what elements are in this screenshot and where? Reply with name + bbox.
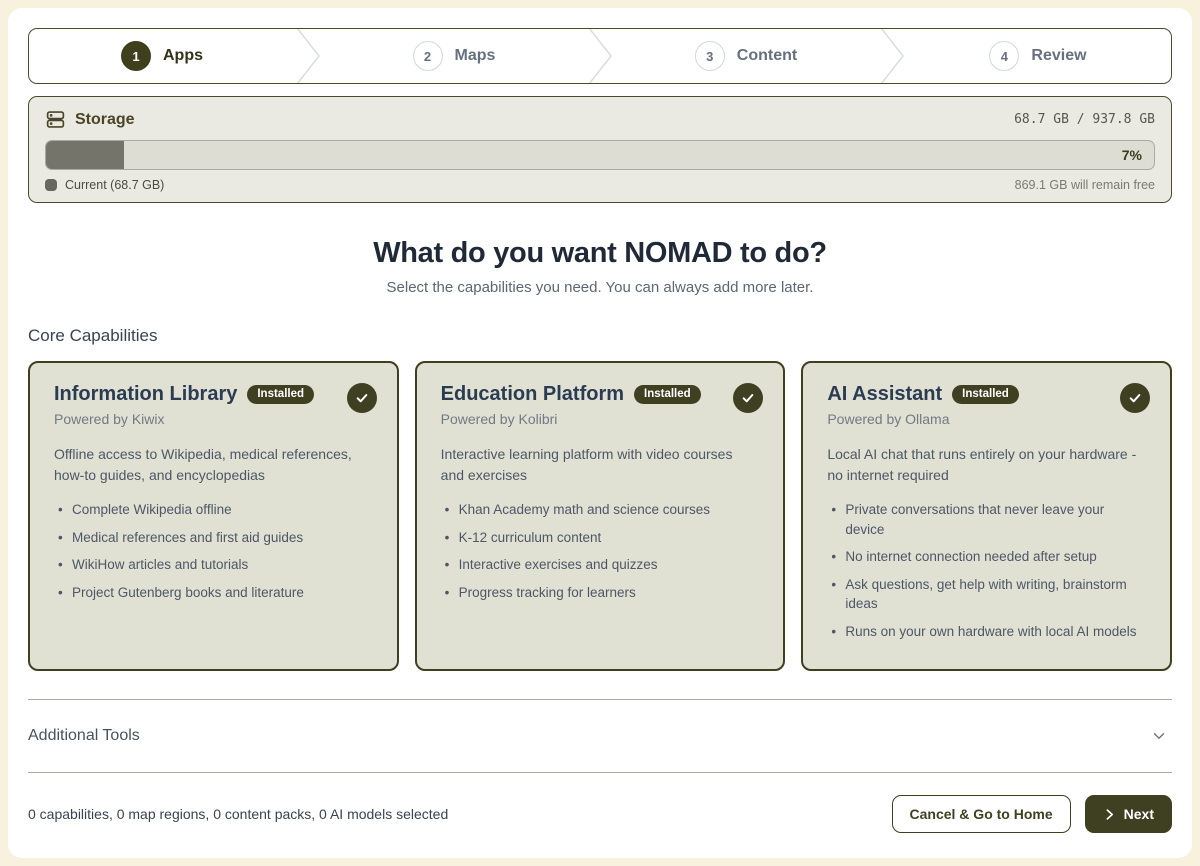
feature-item: K-12 curriculum content xyxy=(441,528,760,548)
feature-item: Private conversations that never leave y… xyxy=(827,500,1146,539)
step-label: Review xyxy=(1031,47,1086,65)
step-number-badge: 4 xyxy=(989,41,1019,71)
card-powered-by: Powered by Ollama xyxy=(827,411,1146,427)
chevron-right-icon xyxy=(1103,808,1116,821)
feature-item: Runs on your own hardware with local AI … xyxy=(827,622,1146,642)
card-powered-by: Powered by Kiwix xyxy=(54,411,373,427)
storage-progress-bar: 7% xyxy=(45,140,1155,170)
card-title: AI Assistant xyxy=(827,383,942,406)
selected-check-icon xyxy=(733,383,763,413)
page-title: What do you want NOMAD to do? xyxy=(28,237,1172,270)
legend-current-label: Current (68.7 GB) xyxy=(65,178,164,192)
card-powered-by: Powered by Kolibri xyxy=(441,411,760,427)
card-description: Offline access to Wikipedia, medical ref… xyxy=(54,444,373,486)
selected-check-icon xyxy=(347,383,377,413)
feature-item: No internet connection needed after setu… xyxy=(827,547,1146,567)
feature-item: WikiHow articles and tutorials xyxy=(54,555,373,575)
step-separator-icon xyxy=(295,29,321,83)
installed-badge: Installed xyxy=(634,385,701,404)
step-label: Apps xyxy=(163,47,203,65)
storage-remaining-label: 869.1 GB will remain free xyxy=(1015,178,1155,192)
feature-item: Complete Wikipedia offline xyxy=(54,500,373,520)
feature-item: Project Gutenberg books and literature xyxy=(54,583,373,603)
feature-item: Medical references and first aid guides xyxy=(54,528,373,548)
next-button[interactable]: Next xyxy=(1085,795,1172,833)
feature-item: Interactive exercises and quizzes xyxy=(441,555,760,575)
storage-usage-text: 68.7 GB / 937.8 GB xyxy=(1014,112,1155,127)
feature-item: Progress tracking for learners xyxy=(441,583,760,603)
step-label: Maps xyxy=(455,47,496,65)
next-button-label: Next xyxy=(1124,806,1154,822)
additional-tools-label: Additional Tools xyxy=(28,727,140,745)
wizard-stepper: 1 Apps 2 Maps 3 Content 4 Review xyxy=(28,28,1172,84)
card-feature-list: Complete Wikipedia offline Medical refer… xyxy=(54,500,373,602)
card-description: Interactive learning platform with video… xyxy=(441,444,760,486)
step-separator-icon xyxy=(879,29,905,83)
storage-database-icon xyxy=(45,109,66,130)
card-feature-list: Khan Academy math and science courses K-… xyxy=(441,500,760,602)
selected-check-icon xyxy=(1120,383,1150,413)
setup-wizard-panel: 1 Apps 2 Maps 3 Content 4 Review xyxy=(8,8,1192,858)
feature-item: Khan Academy math and science courses xyxy=(441,500,760,520)
step-maps[interactable]: 2 Maps xyxy=(321,29,587,83)
installed-badge: Installed xyxy=(952,385,1019,404)
installed-badge: Installed xyxy=(247,385,314,404)
chevron-down-icon xyxy=(1150,727,1168,745)
additional-tools-toggle[interactable]: Additional Tools xyxy=(28,700,1172,772)
step-number-badge: 3 xyxy=(695,41,725,71)
card-description: Local AI chat that runs entirely on your… xyxy=(827,444,1146,486)
step-separator-icon xyxy=(587,29,613,83)
step-review[interactable]: 4 Review xyxy=(905,29,1171,83)
card-title: Information Library xyxy=(54,383,237,406)
card-ai-assistant[interactable]: AI Assistant Installed Powered by Ollama… xyxy=(801,361,1172,671)
step-content[interactable]: 3 Content xyxy=(613,29,879,83)
card-education-platform[interactable]: Education Platform Installed Powered by … xyxy=(415,361,786,671)
core-capabilities-heading: Core Capabilities xyxy=(28,326,1172,346)
cancel-button[interactable]: Cancel & Go to Home xyxy=(892,795,1071,833)
selection-summary: 0 capabilities, 0 map regions, 0 content… xyxy=(28,806,448,822)
storage-title: Storage xyxy=(75,111,135,129)
card-information-library[interactable]: Information Library Installed Powered by… xyxy=(28,361,399,671)
legend-current-dot xyxy=(45,179,57,191)
card-feature-list: Private conversations that never leave y… xyxy=(827,500,1146,641)
step-number-badge: 2 xyxy=(413,41,443,71)
storage-progress-fill xyxy=(46,141,124,169)
feature-item: Ask questions, get help with writing, br… xyxy=(827,575,1146,614)
capability-cards: Information Library Installed Powered by… xyxy=(28,361,1172,671)
cancel-button-label: Cancel & Go to Home xyxy=(910,806,1053,822)
step-apps[interactable]: 1 Apps xyxy=(29,29,295,83)
storage-percent-label: 7% xyxy=(1122,147,1142,163)
storage-panel: Storage 68.7 GB / 937.8 GB 7% Current (6… xyxy=(28,96,1172,203)
card-title: Education Platform xyxy=(441,383,624,406)
step-label: Content xyxy=(737,47,797,65)
step-number-badge: 1 xyxy=(121,41,151,71)
page-subtitle: Select the capabilities you need. You ca… xyxy=(28,279,1172,296)
